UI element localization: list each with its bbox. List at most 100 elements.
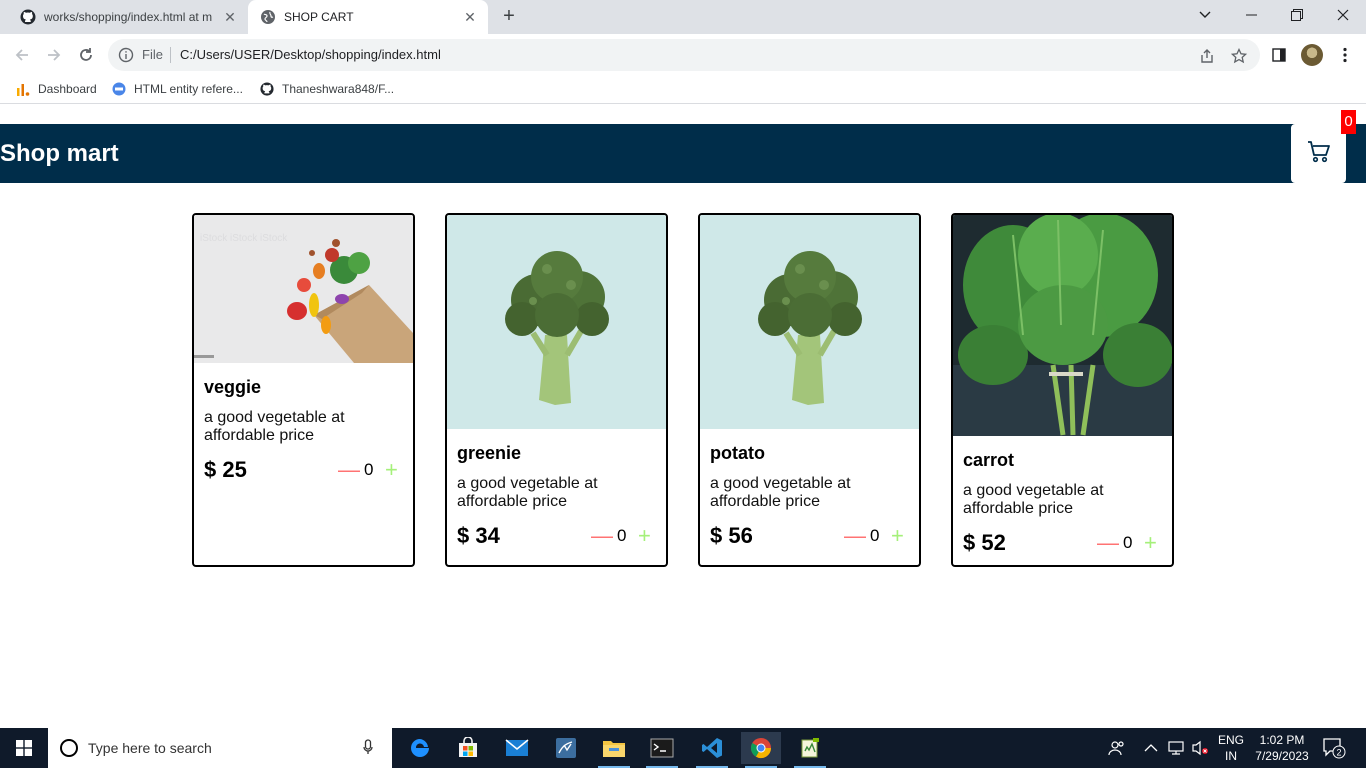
chrome-icon[interactable] [741,732,781,768]
tab-search-chevron-icon[interactable] [1182,0,1228,30]
globe-icon [260,9,276,25]
bookmarks-bar: Dashboard HTML entity refere... Thaneshw… [0,76,1366,104]
close-tab-icon[interactable]: ✕ [460,7,480,27]
scheme-label: File [142,47,163,62]
taskbar-search-box[interactable]: Type here to search [48,728,392,768]
product-name: greenie [457,443,522,463]
reload-icon[interactable] [73,42,99,68]
cart-button[interactable] [1291,124,1346,183]
decrease-quantity-button[interactable]: — [591,523,613,549]
quantity-value: 0 [617,526,627,545]
windows-taskbar: Type here to search ENG IN 1:02 PM 7/29/… [0,728,1366,768]
product-description: a good vegetable at affordable price [963,482,1104,517]
quantity-value: 0 [870,526,880,545]
broccoli-image [700,215,919,429]
side-panel-icon[interactable] [1267,43,1291,67]
quantity-stepper: — 0 + [1097,530,1158,556]
product-name: veggie [204,377,262,397]
more-menu-icon[interactable] [1333,43,1357,67]
browser-toolbar: File C:/Users/USER/Desktop/shopping/inde… [0,34,1366,76]
minimize-button[interactable] [1228,0,1274,30]
decrease-quantity-button[interactable]: — [338,457,360,483]
cortana-icon [60,739,78,757]
quantity-value: 0 [1123,533,1133,552]
spinach-image [953,215,1172,436]
quantity-stepper: — 0 + [844,523,905,549]
cart-count-badge: 0 [1341,110,1356,134]
microphone-icon[interactable] [356,738,380,758]
search-placeholder: Type here to search [88,740,212,756]
product-price: $ 34 [457,523,500,548]
product-name: carrot [963,450,1015,470]
restore-button[interactable] [1274,0,1320,30]
action-center-icon[interactable]: 2 [1322,728,1346,768]
analytics-icon [16,82,30,96]
groceries-bag-image: iStock iStock iStock [194,215,413,363]
mail-icon[interactable] [497,732,537,764]
close-window-button[interactable] [1320,0,1366,30]
file-explorer-icon[interactable] [594,732,634,768]
tab-shop-cart[interactable]: SHOP CART ✕ [248,0,488,34]
increase-quantity-button[interactable]: + [889,523,905,549]
people-icon[interactable] [1108,728,1126,768]
region-code: IN [1225,749,1237,763]
broccoli-image [447,215,666,429]
language-code: ENG [1217,733,1244,747]
new-tab-button[interactable]: + [498,6,520,28]
quantity-stepper: — 0 + [591,523,652,549]
increase-quantity-button[interactable]: + [636,523,652,549]
windows-start-icon[interactable] [0,728,48,768]
product-description: a good vegetable at affordable price [457,475,598,510]
page-viewport: Shop mart 0 iStock iStock iStock veggie … [0,109,1366,728]
divider [170,47,171,63]
url-text[interactable]: C:/Users/USER/Desktop/shopping/index.htm… [180,47,441,62]
product-description: a good vegetable at affordable price [710,475,851,510]
product-card: iStock iStock iStock veggie a good veget… [192,213,415,567]
tray-chevron-up-icon[interactable] [1144,728,1158,768]
bookmark-dashboard[interactable]: Dashboard [16,82,97,96]
github-icon [260,82,274,96]
language-indicator[interactable]: ENG IN [1216,732,1246,764]
bookmark-html-entity[interactable]: HTML entity refere... [112,82,243,96]
decrease-quantity-button[interactable]: — [844,523,866,549]
quantity-stepper: — 0 + [338,457,399,483]
clock-time: 1:02 PM [1259,733,1305,747]
bookmark-github[interactable]: Thaneshwara848/F... [260,82,394,96]
clock[interactable]: 1:02 PM 7/29/2023 [1252,732,1312,764]
quantity-value: 0 [364,460,374,479]
increase-quantity-button[interactable]: + [383,457,399,483]
vscode-icon[interactable] [692,732,732,768]
cart-icon [1306,138,1332,169]
svg-text:iStock iStock iStock: iStock iStock iStock [200,233,288,244]
notepad-plus-icon[interactable] [790,732,830,768]
bookmark-label: Dashboard [38,82,97,96]
info-icon[interactable] [118,47,134,63]
close-tab-icon[interactable]: ✕ [220,7,240,27]
share-icon[interactable] [1198,47,1216,65]
terminal-icon[interactable] [642,732,682,768]
product-price: $ 25 [204,457,247,482]
store-icon[interactable] [448,732,488,764]
brand-title: Shop mart [0,140,119,167]
product-description: a good vegetable at affordable price [204,409,345,444]
tab-title: works/shopping/index.html at m [44,10,213,24]
tab-github[interactable]: works/shopping/index.html at m ✕ [8,0,248,34]
profile-avatar[interactable] [1301,44,1323,66]
volume-muted-icon[interactable] [1191,728,1209,768]
clock-date: 7/29/2023 [1255,749,1309,763]
back-arrow-icon[interactable] [9,42,35,68]
address-bar[interactable]: File C:/Users/USER/Desktop/shopping/inde… [108,39,1260,71]
site-header: Shop mart [0,124,1366,183]
mysql-workbench-icon[interactable] [546,732,586,764]
product-price: $ 52 [963,530,1006,555]
network-icon[interactable] [1167,728,1185,768]
bookmark-star-icon[interactable] [1230,47,1248,65]
edge-icon[interactable] [400,732,440,764]
forward-arrow-icon[interactable] [41,42,67,68]
increase-quantity-button[interactable]: + [1142,530,1158,556]
product-name: potato [710,443,765,463]
product-card: potato a good vegetable at affordable pr… [698,213,921,567]
github-icon [20,9,36,25]
notification-count: 2 [1336,748,1341,758]
decrease-quantity-button[interactable]: — [1097,530,1119,556]
